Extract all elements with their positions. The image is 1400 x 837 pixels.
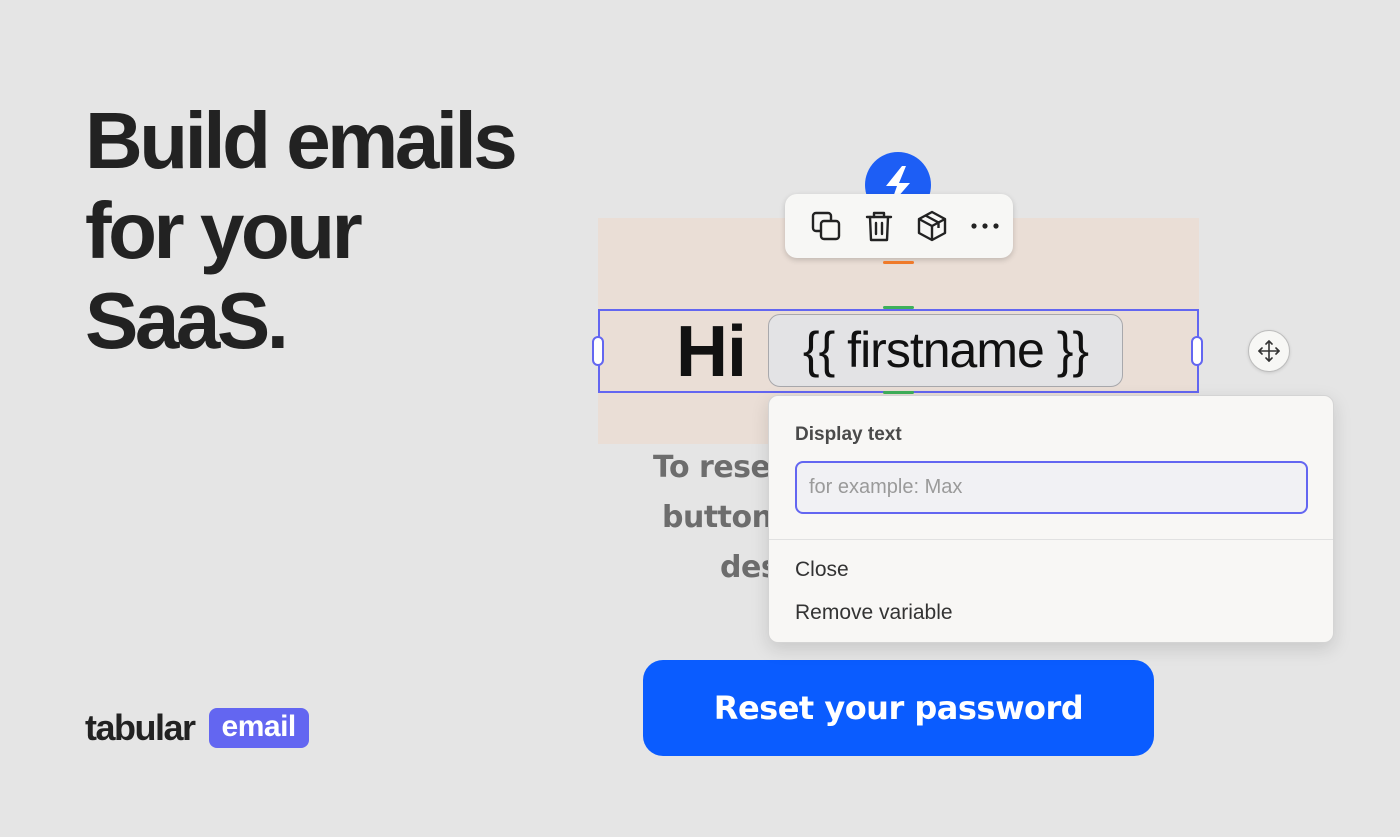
display-text-label: Display text [795,424,902,445]
drop-indicator-top [883,261,914,264]
duplicate-button[interactable] [799,206,852,246]
duplicate-icon [811,211,840,241]
firstname-variable-chip[interactable]: {{ firstname }} [768,314,1123,387]
reset-password-button[interactable]: Reset your password [643,660,1154,756]
display-text-input[interactable] [795,461,1308,514]
package-icon [917,210,946,242]
resize-handle-right[interactable] [1191,336,1203,366]
popover-divider [769,539,1333,540]
hero-line-2: for your [85,186,363,275]
close-menu-item[interactable]: Close [795,558,849,582]
greeting-text[interactable]: Hi [676,312,747,392]
save-component-button[interactable] [905,206,958,246]
hero-line-1: Build emails [85,96,518,185]
brand-wordmark: tabular [85,707,196,748]
move-button[interactable] [1248,330,1290,372]
variable-popover: Display text Close Remove variable [768,395,1334,643]
hero-headline: Build emails for your SaaS. [85,96,518,366]
block-toolbar [785,194,1013,258]
email-body-line-1[interactable]: To reset [653,450,785,485]
resize-handle-left[interactable] [592,336,604,366]
brand-badge: email [208,708,309,748]
remove-variable-menu-item[interactable]: Remove variable [795,601,953,625]
delete-button[interactable] [852,206,905,246]
move-icon [1258,340,1280,362]
more-icon [970,223,999,229]
trash-icon [865,211,892,242]
brand-logo: tabular email [85,706,309,750]
spacing-handle-bottom[interactable] [883,391,914,394]
hero-line-3: SaaS. [85,276,289,365]
more-options-button[interactable] [958,206,1011,246]
email-body-line-2[interactable]: button [662,500,773,535]
